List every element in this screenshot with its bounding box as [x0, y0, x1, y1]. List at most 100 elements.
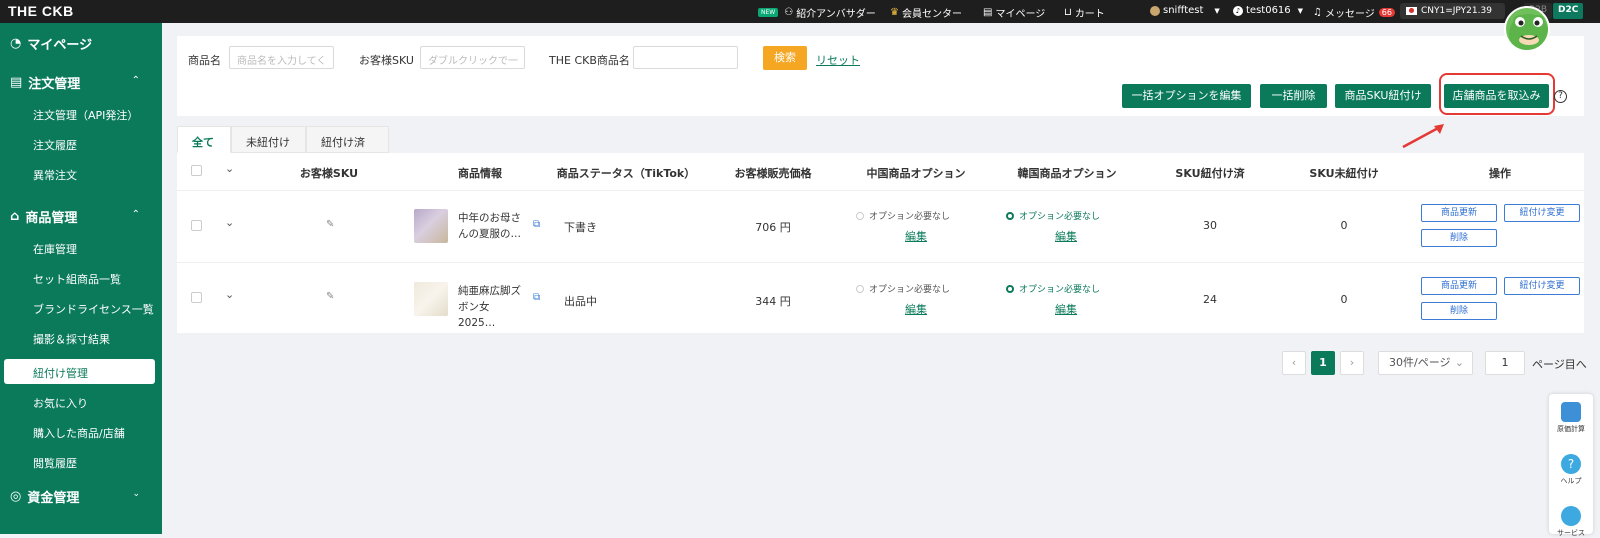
goto-page-input[interactable]: 1 [1485, 351, 1525, 375]
kr-option-radio[interactable]: オプション必要なし [1006, 282, 1100, 295]
logo[interactable]: THE CKB [8, 3, 74, 19]
list-icon: ▤ [983, 7, 993, 18]
sidebar-section-products[interactable]: ⌂ 商品管理 [10, 207, 77, 226]
coin-icon: ◎ [10, 489, 22, 504]
kr-option-edit-link[interactable]: 編集 [1055, 301, 1077, 317]
user-menu-tiktok[interactable]: ♪ test0616 ▼ [1233, 5, 1303, 16]
user-menu-snifftest[interactable]: snifftest ▼ [1150, 5, 1220, 16]
sale-price: 344 円 [755, 295, 791, 308]
sku-label: お客様SKU [359, 54, 414, 67]
update-product-button[interactable]: 商品更新 [1421, 204, 1497, 222]
user-avatar-icon [1150, 5, 1160, 16]
currency-rate: CNY1=JPY21.39 [1400, 3, 1505, 19]
sidebar-section-funds[interactable]: ◎ 資金管理 [10, 487, 79, 506]
search-button[interactable]: 検索 [763, 46, 807, 70]
sidebar-item-brand-license[interactable]: ブランドライセンス一覧 [33, 301, 154, 317]
sidebar-item-order-history[interactable]: 注文履歴 [33, 137, 77, 153]
delete-button[interactable]: 削除 [1421, 302, 1497, 320]
kr-option-edit-link[interactable]: 編集 [1055, 228, 1077, 244]
product-thumbnail[interactable] [414, 282, 448, 316]
cost-calc-button[interactable]: 原価計算 [1549, 402, 1593, 434]
prev-page-button[interactable]: ‹ [1282, 351, 1306, 375]
message-count-badge: 66 [1378, 8, 1395, 17]
sidebar-item-set-products[interactable]: セット組商品一覧 [33, 271, 121, 287]
ambassador-link[interactable]: NEW ⚇ 紹介アンバサダー [758, 5, 876, 20]
row-checkbox[interactable] [191, 220, 202, 231]
chevron-up-icon[interactable]: ⌃ [132, 75, 140, 86]
change-link-button[interactable]: 紐付け変更 [1504, 277, 1580, 295]
order-icon: ▤ [10, 75, 23, 90]
change-link-button[interactable]: 紐付け変更 [1504, 204, 1580, 222]
product-name[interactable]: 純亜麻広脚ズ ボン女2025… [458, 283, 526, 331]
reset-link[interactable]: リセット [816, 52, 860, 68]
sidebar-mypage[interactable]: ◔ マイページ [10, 34, 92, 53]
sidebar-item-inventory[interactable]: 在庫管理 [33, 241, 77, 257]
chevron-down-icon[interactable]: ⌄ [225, 216, 234, 229]
copy-icon[interactable]: ⧉ [533, 219, 540, 230]
cn-option-edit-link[interactable]: 編集 [905, 228, 927, 244]
chat-icon [1561, 506, 1581, 526]
bulk-delete-button[interactable]: 一括削除 [1260, 84, 1327, 108]
sidebar-item-abnormal-orders[interactable]: 異常注文 [33, 167, 77, 183]
messages-link[interactable]: ♫ メッセージ 66 [1313, 5, 1395, 20]
col-header-sku: お客様SKU [299, 167, 359, 180]
sku-link-button[interactable]: 商品SKU紐付け [1335, 84, 1431, 108]
page-1-button[interactable]: 1 [1311, 351, 1335, 375]
d2c-toggle[interactable]: D2C [1553, 3, 1584, 19]
store-icon: ⌂ [10, 209, 20, 224]
chevron-down-icon: ⌄ [1454, 356, 1464, 369]
page-size-select[interactable]: 30件/ページ ⌄ [1378, 351, 1473, 375]
delete-button[interactable]: 削除 [1421, 229, 1497, 247]
row-divider [177, 262, 1584, 263]
cart-link[interactable]: ⊔ カート [1064, 5, 1105, 20]
member-center-link[interactable]: ♛ 会員センター [890, 5, 962, 20]
update-product-button[interactable]: 商品更新 [1421, 277, 1497, 295]
sidebar-item-favorites[interactable]: お気に入り [33, 395, 88, 411]
sidebar-item-link-management[interactable]: 紐付け管理 [33, 365, 88, 381]
product-name-label: 商品名 [188, 54, 221, 67]
select-all-checkbox[interactable] [191, 165, 202, 176]
product-thumbnail[interactable] [414, 209, 448, 243]
goto-page-label: ページ目へ [1532, 358, 1587, 371]
next-page-button[interactable]: › [1340, 351, 1364, 375]
product-name-input[interactable]: 商品名を入力してく [229, 46, 334, 69]
chevron-down-icon[interactable]: ⌄ [225, 162, 234, 175]
edit-sku-icon[interactable]: ✎ [326, 291, 334, 302]
edit-sku-icon[interactable]: ✎ [326, 219, 334, 230]
sidebar-item-browsing-history[interactable]: 閲覧履歴 [33, 455, 77, 471]
tab-all[interactable]: 全て [177, 126, 231, 153]
sidebar-item-photo-results[interactable]: 撮影＆採寸結果 [33, 331, 110, 347]
cn-option-radio[interactable]: オプション必要なし [856, 209, 950, 222]
mypage-link[interactable]: ▤ マイページ [983, 5, 1045, 20]
chevron-up-icon[interactable]: ⌃ [132, 209, 140, 220]
chevron-down-icon[interactable]: ⌄ [132, 489, 140, 499]
cart-icon: ⊔ [1064, 7, 1072, 18]
mascot-avatar[interactable] [1504, 6, 1550, 52]
row-checkbox[interactable] [191, 292, 202, 303]
copy-icon[interactable]: ⧉ [533, 292, 540, 303]
bulk-option-edit-button[interactable]: 一括オプションを編集 [1122, 84, 1251, 108]
sale-price: 706 円 [755, 221, 791, 234]
top-bar: THE CKB NEW ⚇ 紹介アンバサダー ♛ 会員センター ▤ マイページ … [0, 0, 1600, 23]
crown-icon: ♛ [890, 7, 899, 18]
caret-down-icon: ▼ [1297, 6, 1304, 15]
sidebar-item-purchased[interactable]: 購入した商品/店舗 [33, 425, 125, 441]
product-status: 出品中 [564, 295, 597, 308]
cn-option-radio[interactable]: オプション必要なし [856, 282, 950, 295]
help-question-icon[interactable]: ? [1554, 90, 1567, 103]
help-button[interactable]: ? ヘルプ [1549, 454, 1593, 486]
kr-option-radio[interactable]: オプション必要なし [1006, 209, 1100, 222]
tab-unlinked[interactable]: 未紐付け [231, 126, 306, 153]
tab-linked[interactable]: 紐付け済み [306, 126, 389, 165]
sidebar-item-order-api[interactable]: 注文管理（API発注） [33, 107, 138, 123]
sku-input[interactable]: ダブルクリックで一 [420, 46, 525, 69]
help-icon: ? [1561, 454, 1581, 474]
chevron-down-icon[interactable]: ⌄ [225, 288, 234, 301]
service-button[interactable]: サービス [1549, 506, 1593, 538]
col-header-product-info: 商品情報 [458, 167, 502, 180]
cn-option-edit-link[interactable]: 編集 [905, 301, 927, 317]
radio-icon [856, 284, 864, 293]
product-name[interactable]: 中年のお母さ んの夏服の… [458, 210, 526, 242]
ckb-name-input[interactable] [633, 46, 738, 69]
sidebar-section-orders[interactable]: ▤ 注文管理 [10, 73, 80, 92]
